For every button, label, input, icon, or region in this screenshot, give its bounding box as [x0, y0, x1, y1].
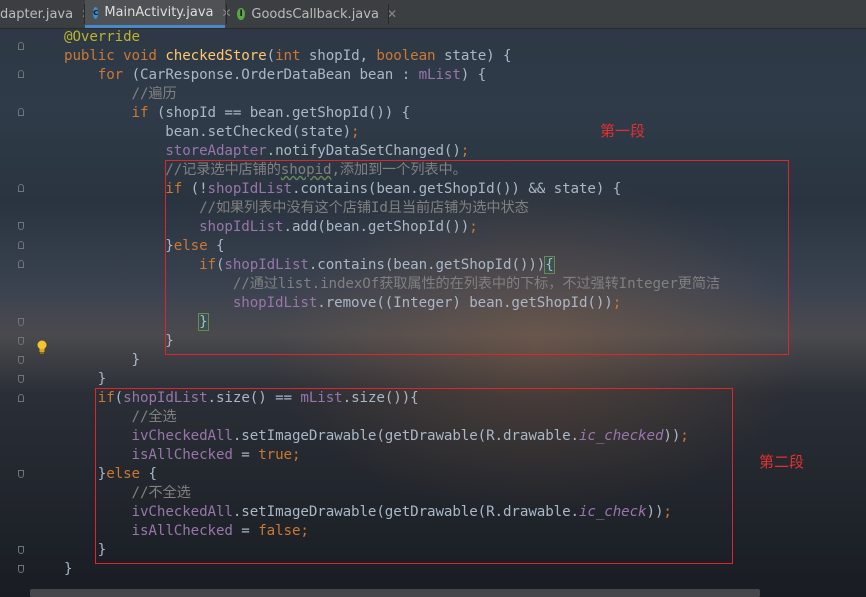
- fold-marker-icon[interactable]: [18, 222, 24, 230]
- tab-divider: [388, 4, 389, 24]
- code-line: public void checkedStore(int shopId, boo…: [64, 48, 512, 64]
- fold-marker-icon[interactable]: [18, 394, 24, 402]
- code-line: for (CarResponse.OrderDataBean bean : mL…: [97, 67, 487, 83]
- tab-label: MainActivity.java: [104, 5, 214, 20]
- fold-marker-icon[interactable]: [18, 565, 24, 573]
- tab-adapter-java[interactable]: dapter.java ✕: [0, 0, 91, 28]
- editor-gutter: [0, 28, 58, 597]
- section-two-highlight-box: [95, 388, 733, 564]
- fold-marker-icon[interactable]: [18, 260, 24, 268]
- fold-marker-icon[interactable]: [18, 318, 24, 326]
- code-line: }: [64, 561, 73, 577]
- section-two-label: 第二段: [759, 453, 805, 471]
- code-line: }: [64, 333, 174, 349]
- section-one-label: 第一段: [600, 122, 646, 140]
- tab-label: GoodsCallback.java: [251, 6, 379, 22]
- lightbulb-icon[interactable]: [36, 340, 48, 354]
- horizontal-scrollbar[interactable]: [30, 589, 760, 597]
- fold-marker-icon[interactable]: [18, 356, 24, 364]
- code-line: @Override: [64, 29, 140, 45]
- code-line: if (shopId == bean.getShopId()) {: [131, 105, 411, 121]
- code-line: storeAdapter.notifyDataSetChanged();: [165, 143, 470, 159]
- fold-marker-icon[interactable]: [18, 470, 24, 478]
- code-line: }: [64, 352, 141, 368]
- fold-marker-icon[interactable]: [18, 241, 24, 249]
- editor-tab-bar: dapter.java ✕ c MainActivity.java ✕ I Go…: [0, 0, 866, 29]
- fold-marker-icon[interactable]: [18, 337, 24, 345]
- code-line: bean.setChecked(state);: [64, 124, 360, 140]
- interface-icon: I: [237, 8, 246, 20]
- fold-marker-icon[interactable]: [18, 108, 24, 116]
- fold-marker-icon[interactable]: [18, 184, 24, 192]
- code-line: }: [64, 371, 107, 387]
- tab-goodscallback-java[interactable]: I GoodsCallback.java ✕: [227, 0, 397, 28]
- tab-mainactivity-java[interactable]: c MainActivity.java ✕: [85, 0, 232, 28]
- ide-window: dapter.java ✕ c MainActivity.java ✕ I Go…: [0, 0, 866, 597]
- fold-marker-icon[interactable]: [18, 375, 24, 383]
- class-icon: c: [93, 6, 99, 19]
- fold-marker-icon[interactable]: [18, 70, 24, 78]
- code-line: //遍历: [64, 86, 177, 102]
- fold-marker-icon[interactable]: [18, 42, 24, 50]
- tab-label: dapter.java: [0, 6, 74, 22]
- fold-marker-icon[interactable]: [18, 546, 24, 554]
- section-one-highlight-box: [165, 160, 789, 355]
